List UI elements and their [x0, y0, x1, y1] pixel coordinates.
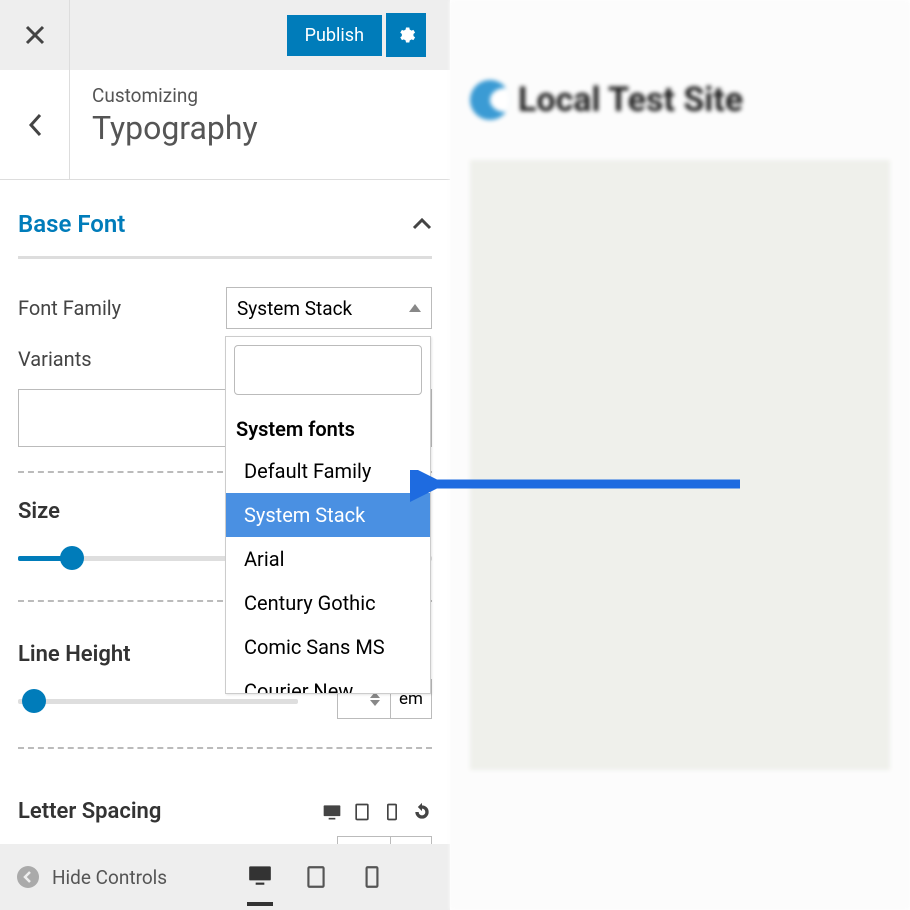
close-icon [25, 25, 45, 45]
desktop-icon[interactable] [322, 802, 342, 822]
dropdown-group-header: System fonts [226, 403, 430, 449]
settings-button[interactable] [386, 13, 426, 57]
font-family-label: Font Family [18, 296, 121, 320]
dropdown-item-comic-sans[interactable]: Comic Sans MS [226, 625, 430, 669]
preview-pane: Local Test Site [450, 0, 910, 910]
dropdown-item-default-family[interactable]: Default Family [226, 449, 430, 493]
divider [18, 747, 432, 749]
tablet-icon[interactable] [352, 802, 372, 822]
line-height-slider[interactable]: em [18, 691, 432, 711]
letter-spacing-label: Letter Spacing [18, 799, 161, 824]
footer: Hide Controls [0, 844, 450, 910]
font-family-selected: System Stack [237, 297, 352, 320]
dropdown-item-courier-new[interactable]: Courier New [226, 669, 430, 693]
gear-icon [396, 25, 416, 45]
slider-thumb[interactable] [60, 546, 84, 570]
reset-icon[interactable] [412, 802, 432, 822]
breadcrumb: Customizing [92, 84, 258, 107]
hide-controls-button[interactable]: Hide Controls [16, 865, 167, 889]
mobile-icon[interactable] [382, 802, 402, 822]
dropdown-item-arial[interactable]: Arial [226, 537, 430, 581]
chevron-left-icon [28, 113, 42, 137]
page-title: Typography [92, 109, 258, 147]
mobile-icon[interactable] [359, 864, 385, 890]
desktop-icon [247, 862, 273, 888]
slider-thumb[interactable] [22, 689, 46, 713]
close-button[interactable] [0, 0, 70, 70]
dropdown-search-input[interactable] [234, 345, 422, 395]
variants-label: Variants [18, 347, 92, 371]
base-font-section[interactable]: Base Font [18, 198, 432, 259]
triangle-up-icon [409, 304, 421, 312]
publish-button[interactable]: Publish [287, 15, 382, 56]
site-title: Local Test Site [518, 80, 743, 120]
tablet-icon[interactable] [303, 864, 329, 890]
preview-content [470, 160, 890, 770]
header-row: Customizing Typography [0, 70, 450, 180]
font-family-dropdown: System fonts Default Family System Stack… [225, 336, 431, 694]
site-logo [470, 80, 510, 120]
stepper-down-icon[interactable] [370, 700, 380, 706]
back-button[interactable] [0, 70, 70, 179]
dropdown-item-system-stack[interactable]: System Stack [226, 493, 430, 537]
base-font-label: Base Font [18, 210, 125, 238]
collapse-left-icon [16, 865, 40, 889]
topbar: Publish [0, 0, 450, 70]
footer-desktop-button[interactable] [247, 862, 273, 906]
chevron-up-icon [412, 218, 432, 230]
line-height-label: Line Height [18, 642, 131, 667]
font-family-select[interactable]: System Stack [226, 287, 432, 329]
dropdown-item-century-gothic[interactable]: Century Gothic [226, 581, 430, 625]
